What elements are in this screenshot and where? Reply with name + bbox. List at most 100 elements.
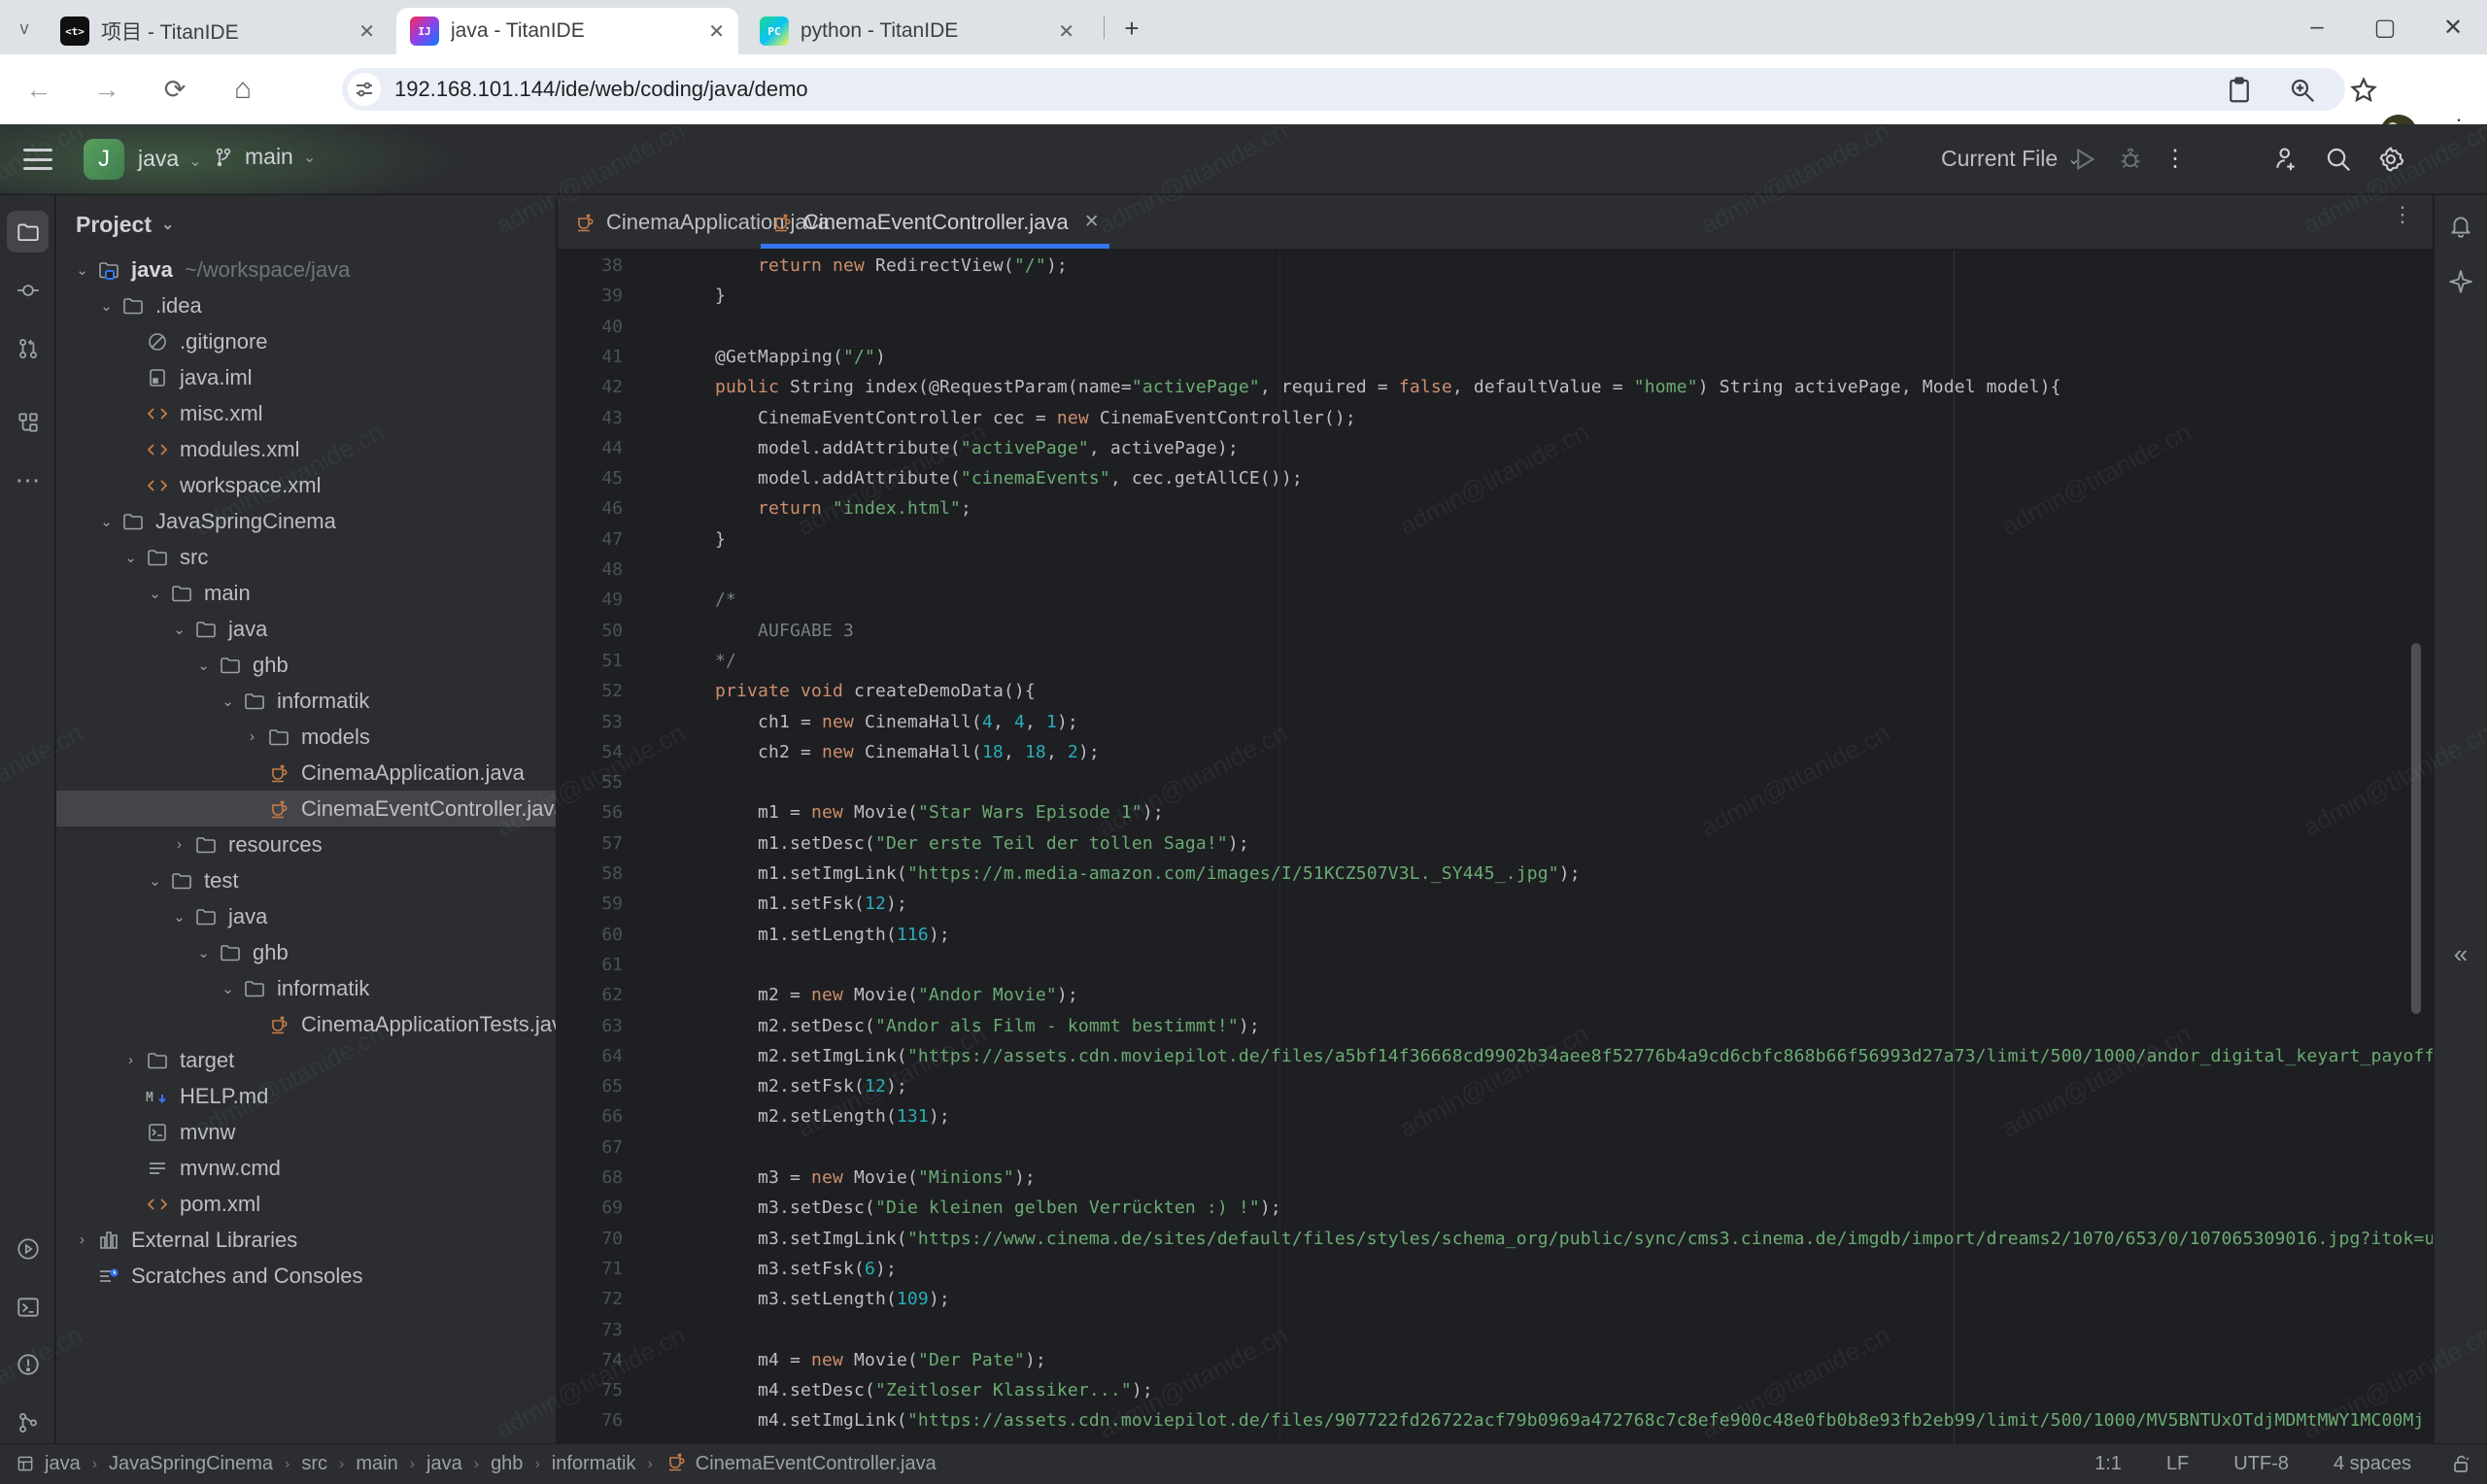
- collapse-panel-icon[interactable]: «: [2442, 935, 2479, 972]
- more-tool-windows-icon[interactable]: ⋯: [7, 459, 49, 501]
- line-number[interactable]: 50: [558, 616, 623, 647]
- debug-icon[interactable]: [2114, 143, 2147, 176]
- line-number[interactable]: 74: [558, 1345, 623, 1376]
- tree-item-test[interactable]: ⌄test: [56, 862, 557, 898]
- branch-selector[interactable]: main⌄: [212, 144, 316, 170]
- browser-tab[interactable]: <t>项目 - TitanIDE✕: [47, 8, 389, 54]
- project-panel-header[interactable]: Project⌄: [76, 205, 174, 244]
- line-number[interactable]: 68: [558, 1163, 623, 1194]
- new-tab-button[interactable]: +: [1117, 14, 1146, 43]
- tree-item-.gitignore[interactable]: .gitignore: [56, 323, 557, 359]
- line-number[interactable]: 64: [558, 1041, 623, 1072]
- project-badge[interactable]: J: [84, 139, 124, 180]
- line-number[interactable]: 52: [558, 676, 623, 707]
- tree-item-java[interactable]: ⌄java~/workspace/java: [56, 252, 557, 287]
- line-number[interactable]: 58: [558, 859, 623, 890]
- tree-item-scratches-and-consoles[interactable]: Scratches and Consoles: [56, 1258, 557, 1294]
- tree-item-java.iml[interactable]: java.iml: [56, 359, 557, 395]
- minimize-button[interactable]: –: [2283, 0, 2351, 54]
- line-number[interactable]: 60: [558, 920, 623, 951]
- notifications-bell-icon[interactable]: [2442, 207, 2479, 244]
- line-number[interactable]: 66: [558, 1101, 623, 1132]
- line-number[interactable]: 42: [558, 372, 623, 403]
- line-number[interactable]: 38: [558, 251, 623, 282]
- chevron-right-icon[interactable]: ›: [70, 1231, 94, 1248]
- run-icon[interactable]: [2067, 143, 2100, 176]
- tree-item-java[interactable]: ⌄java: [56, 611, 557, 647]
- line-number[interactable]: 65: [558, 1071, 623, 1102]
- breadcrumb-item[interactable]: java: [426, 1453, 462, 1475]
- line-number[interactable]: 69: [558, 1193, 623, 1224]
- line-number[interactable]: 59: [558, 889, 623, 920]
- search-everywhere-icon[interactable]: [2322, 143, 2355, 176]
- tree-item-resources[interactable]: ›resources: [56, 826, 557, 862]
- bookmark-star-icon[interactable]: [2349, 76, 2378, 105]
- chevron-down-icon[interactable]: ⌄: [143, 585, 167, 602]
- line-number[interactable]: 49: [558, 585, 623, 616]
- maximize-button[interactable]: ▢: [2351, 0, 2419, 54]
- line-number[interactable]: 62: [558, 980, 623, 1011]
- tree-item-modules.xml[interactable]: modules.xml: [56, 431, 557, 467]
- line-number[interactable]: 40: [558, 312, 623, 343]
- code-with-me-icon[interactable]: [2269, 143, 2302, 176]
- tree-item-main[interactable]: ⌄main: [56, 575, 557, 611]
- pull-requests-tool-icon[interactable]: [7, 327, 49, 369]
- settings-gear-icon[interactable]: [2374, 143, 2407, 176]
- tree-item-target[interactable]: ›target: [56, 1042, 557, 1078]
- tree-item-informatik[interactable]: ⌄informatik: [56, 683, 557, 719]
- tree-item-cinemaeventcontroller.java[interactable]: CinemaEventController.java: [56, 791, 557, 826]
- home-icon[interactable]: ⌂: [223, 70, 262, 109]
- chevron-down-icon[interactable]: ⌄: [191, 944, 216, 961]
- tree-item-cinemaapplicationtests.java[interactable]: CinemaApplicationTests.java: [56, 1006, 557, 1042]
- chevron-down-icon[interactable]: ⌄: [94, 513, 119, 530]
- line-number[interactable]: 51: [558, 646, 623, 677]
- ai-assistant-icon[interactable]: [2442, 263, 2479, 300]
- tree-item-models[interactable]: ›models: [56, 719, 557, 755]
- line-number[interactable]: 43: [558, 403, 623, 434]
- tree-item-java[interactable]: ⌄java: [56, 898, 557, 934]
- tree-item-ghb[interactable]: ⌄ghb: [56, 934, 557, 970]
- line-number[interactable]: 57: [558, 828, 623, 860]
- chevron-down-icon[interactable]: ⌄: [167, 908, 191, 926]
- line-number[interactable]: 73: [558, 1315, 623, 1346]
- indent-setting[interactable]: 4 spaces: [2334, 1453, 2411, 1475]
- breadcrumb-item[interactable]: src: [301, 1453, 327, 1475]
- vertical-scrollbar[interactable]: [2411, 643, 2421, 1014]
- version-control-tool-icon[interactable]: [7, 1401, 49, 1443]
- code-editor[interactable]: 38 return new RedirectView("/");39 }4041…: [558, 251, 2433, 1470]
- line-number[interactable]: 67: [558, 1132, 623, 1164]
- line-number[interactable]: 54: [558, 737, 623, 768]
- line-number[interactable]: 46: [558, 493, 623, 524]
- clipboard-icon[interactable]: [2225, 76, 2254, 105]
- line-number[interactable]: 72: [558, 1284, 623, 1315]
- line-number[interactable]: 56: [558, 797, 623, 828]
- project-tool-icon[interactable]: [7, 211, 49, 253]
- line-number[interactable]: 39: [558, 281, 623, 312]
- tree-item-informatik[interactable]: ⌄informatik: [56, 970, 557, 1006]
- tree-item-ghb[interactable]: ⌄ghb: [56, 647, 557, 683]
- line-number[interactable]: 48: [558, 555, 623, 586]
- line-number[interactable]: 45: [558, 463, 623, 494]
- commit-tool-icon[interactable]: [7, 269, 49, 311]
- line-number[interactable]: 44: [558, 433, 623, 464]
- tree-item-mvnw.cmd[interactable]: mvnw.cmd: [56, 1150, 557, 1186]
- chevron-down-icon[interactable]: ⌄: [167, 621, 191, 638]
- chevron-down-icon[interactable]: ⌄: [70, 261, 94, 279]
- line-number[interactable]: 41: [558, 342, 623, 373]
- chevron-right-icon[interactable]: ›: [240, 728, 264, 745]
- line-number[interactable]: 71: [558, 1254, 623, 1285]
- line-number[interactable]: 55: [558, 767, 623, 798]
- tree-item-pom.xml[interactable]: pom.xml: [56, 1186, 557, 1222]
- structure-tool-icon[interactable]: [7, 401, 49, 443]
- breadcrumb-item[interactable]: main: [356, 1453, 397, 1475]
- breadcrumb-item[interactable]: ghb: [491, 1453, 523, 1475]
- chevron-down-icon[interactable]: ⌄: [143, 872, 167, 890]
- breadcrumb-item[interactable]: java: [45, 1453, 81, 1475]
- line-number[interactable]: 47: [558, 524, 623, 556]
- line-number[interactable]: 70: [558, 1224, 623, 1255]
- tree-item-workspace.xml[interactable]: workspace.xml: [56, 467, 557, 503]
- chevron-right-icon[interactable]: ›: [167, 836, 191, 853]
- chevron-down-icon[interactable]: ⌄: [119, 549, 143, 566]
- chevron-down-icon[interactable]: ⌄: [94, 297, 119, 315]
- run-tool-icon[interactable]: [7, 1228, 49, 1269]
